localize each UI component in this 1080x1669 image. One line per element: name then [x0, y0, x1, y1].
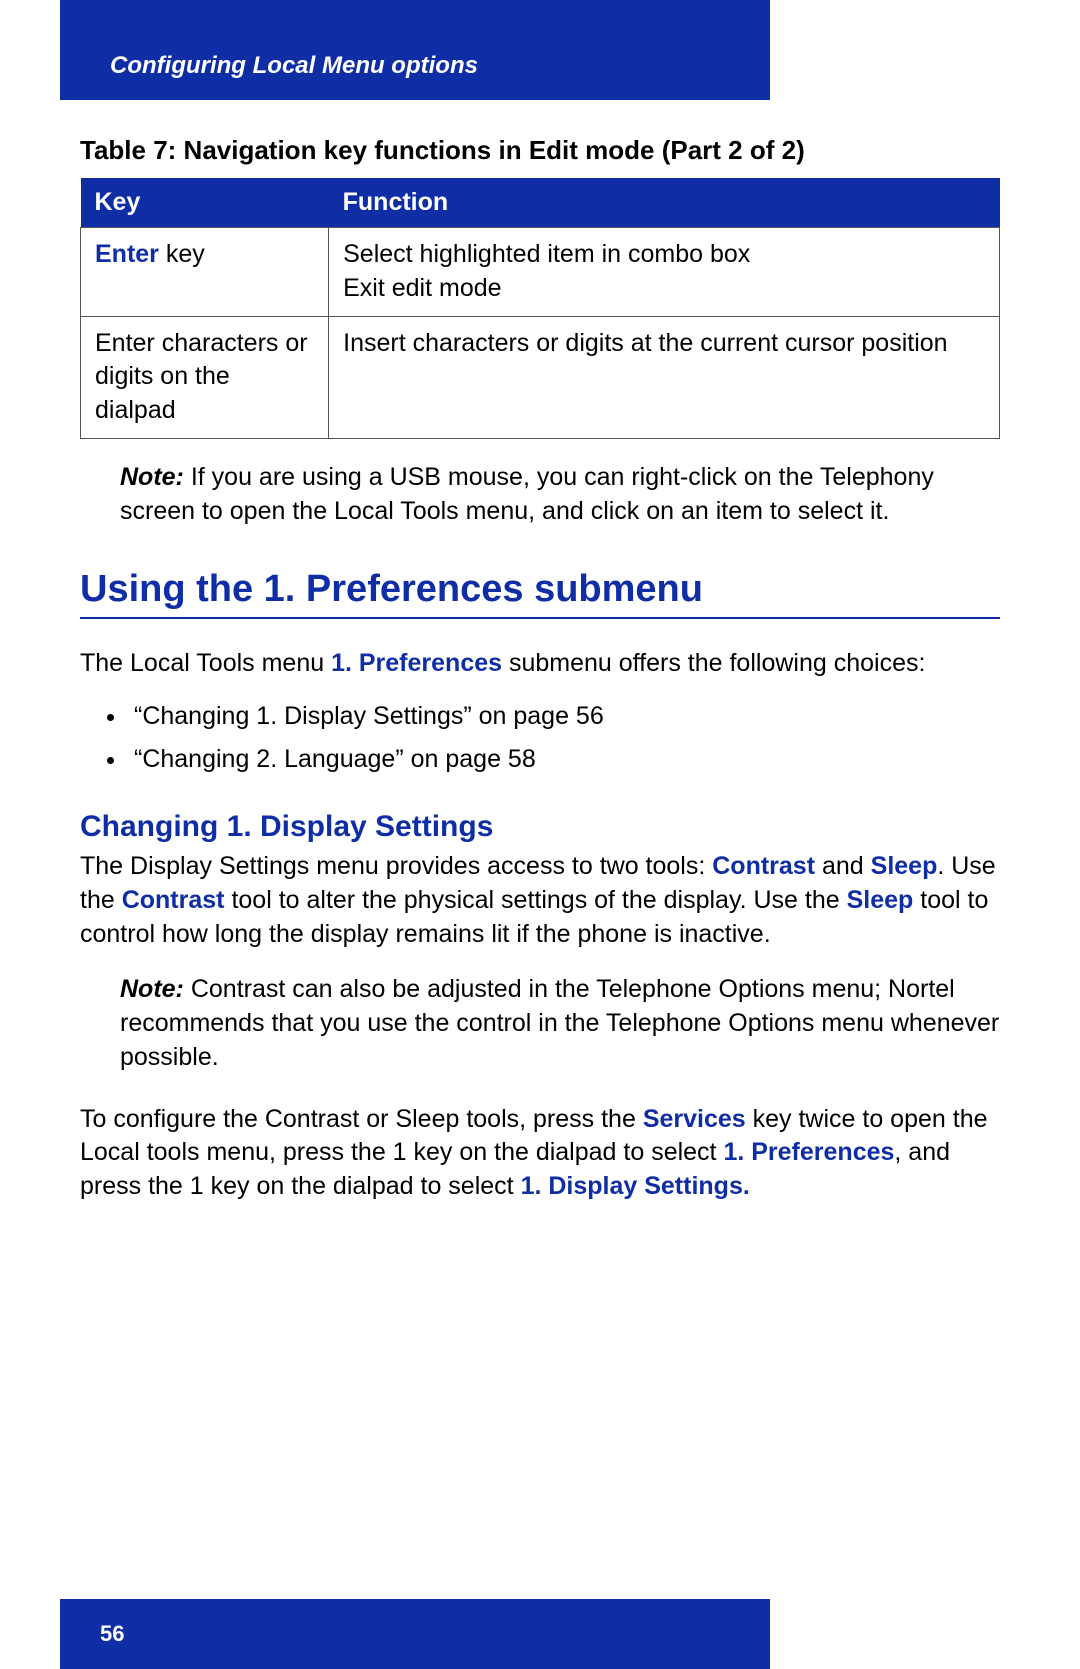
table-row: Enter characters or digits on the dialpa… [81, 316, 1000, 438]
note-text: If you are using a USB mouse, you can ri… [120, 463, 934, 525]
t: and [815, 852, 871, 880]
page-content: Table 7: Navigation key functions in Edi… [80, 125, 1000, 1212]
list-item: “Changing 2. Language” on page 58 [128, 738, 1000, 781]
b: Contrast [712, 852, 815, 880]
intro-pre: The Local Tools menu [80, 649, 331, 677]
b: Services [643, 1105, 746, 1133]
cell-key-chars: Enter characters or digits on the dialpa… [81, 316, 329, 438]
note-label: Note: [120, 463, 184, 491]
display-settings-para: The Display Settings menu provides acces… [80, 850, 1000, 951]
note-usb-mouse: Note: If you are using a USB mouse, you … [120, 461, 1000, 529]
intro-text: The Local Tools menu 1. Preferences subm… [80, 647, 1000, 681]
header-title: Configuring Local Menu options [110, 52, 478, 80]
cell-func-chars: Insert characters or digits at the curre… [329, 316, 1000, 438]
t: To configure the Contrast or Sleep tools… [80, 1105, 643, 1133]
b: 1. Preferences [723, 1138, 894, 1166]
footer-bar: 56 [60, 1599, 770, 1669]
intro-bold: 1. Preferences [331, 649, 502, 677]
enter-key-rest: key [159, 240, 205, 268]
b: Sleep [847, 886, 914, 914]
configure-para: To configure the Contrast or Sleep tools… [80, 1103, 1000, 1204]
b: Sleep [871, 852, 938, 880]
note-contrast: Note: Contrast can also be adjusted in t… [120, 973, 1000, 1074]
header-bar: Configuring Local Menu options [60, 0, 770, 100]
t: tool to alter the physical settings of t… [225, 886, 847, 914]
heading-display-settings: Changing 1. Display Settings [80, 810, 1000, 844]
cell-func-enter: Select highlighted item in combo box Exi… [329, 228, 1000, 317]
heading-preferences-submenu: Using the 1. Preferences submenu [80, 568, 1000, 619]
enter-key-label: Enter [95, 240, 159, 268]
list-item: “Changing 1. Display Settings” on page 5… [128, 695, 1000, 738]
table-header-row: Key Function [81, 178, 1000, 228]
th-function: Function [329, 178, 1000, 228]
note-label: Note: [120, 975, 184, 1003]
bullet-list: “Changing 1. Display Settings” on page 5… [80, 695, 1000, 780]
intro-post: submenu offers the following choices: [502, 649, 925, 677]
func-line2: Exit edit mode [343, 274, 501, 302]
page-number: 56 [100, 1621, 124, 1647]
b: Contrast [122, 886, 225, 914]
table-row: Enter key Select highlighted item in com… [81, 228, 1000, 317]
nav-key-table: Key Function Enter key Select highlighte… [80, 178, 1000, 439]
t: The Display Settings menu provides acces… [80, 852, 712, 880]
func-line1: Select highlighted item in combo box [343, 240, 750, 268]
th-key: Key [81, 178, 329, 228]
note-text: Contrast can also be adjusted in the Tel… [120, 975, 999, 1071]
cell-key-enter: Enter key [81, 228, 329, 317]
b: 1. Display Settings. [521, 1172, 750, 1200]
table-caption: Table 7: Navigation key functions in Edi… [80, 135, 1000, 166]
